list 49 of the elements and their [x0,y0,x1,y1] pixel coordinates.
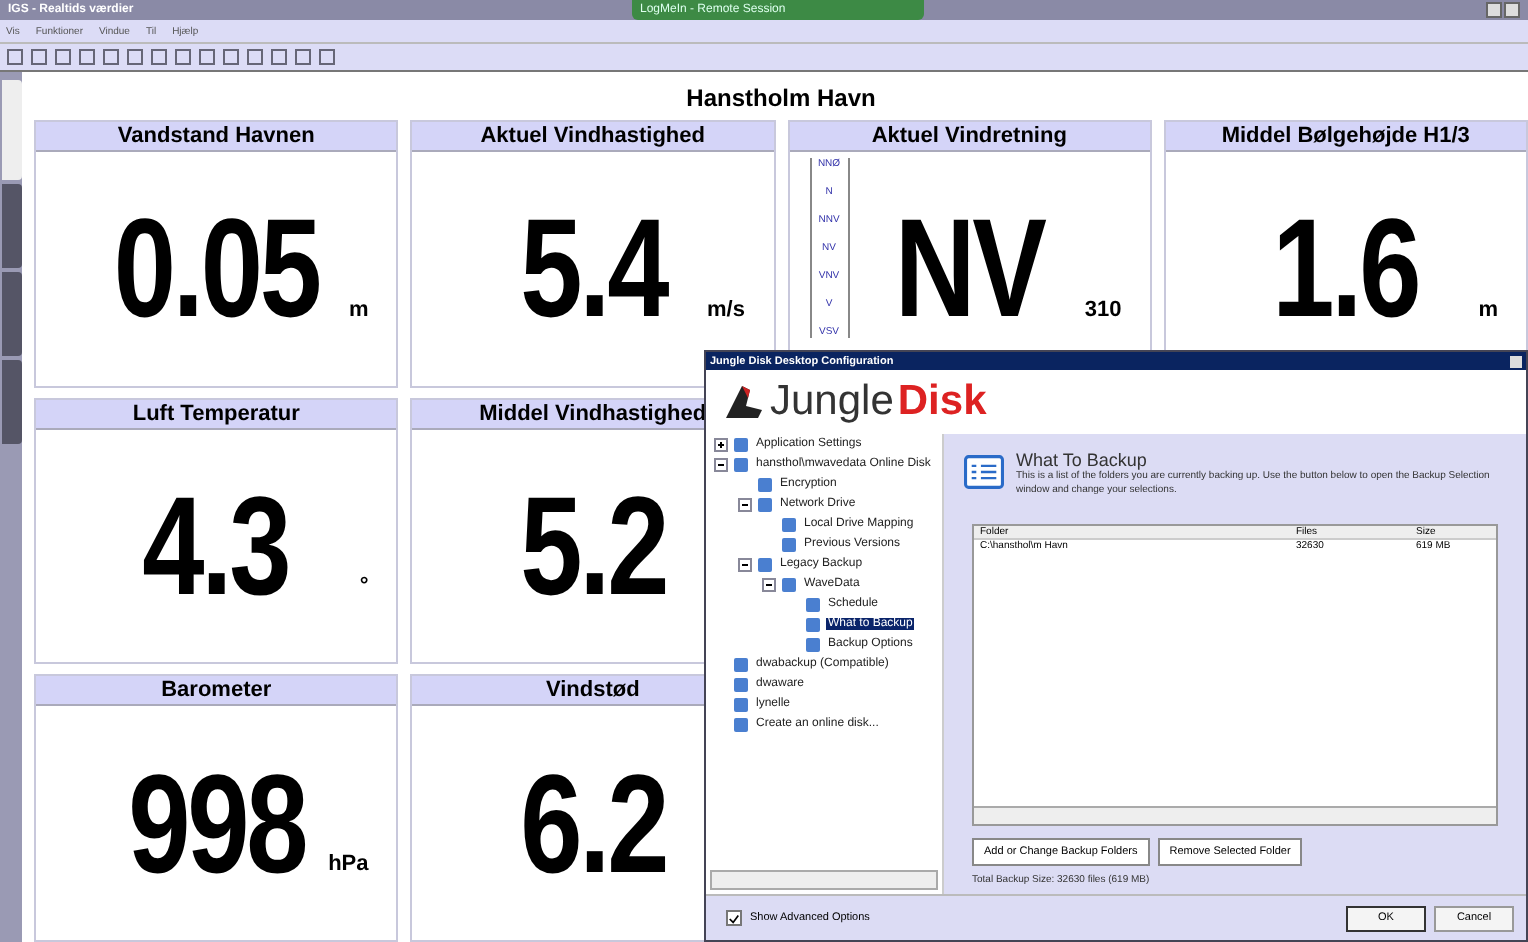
node-icon [732,695,750,713]
logo-icon [722,382,766,422]
reading-value: 998 [127,743,305,904]
reading-unit: 310 [1084,297,1122,322]
reading-unit: m/s [707,297,745,322]
node-icon [780,535,798,553]
reading-unit: ° [359,574,369,599]
node-icon [804,635,822,653]
reading-value: 6.2 [519,743,666,904]
reading-value: 1.6 [1272,188,1419,349]
scrollbar[interactable] [710,870,938,890]
section-title: What To Backup [1016,450,1149,470]
reading-value: 5.4 [519,188,666,349]
logo-text: Jungle [770,378,894,426]
collapse-icon[interactable] [714,457,728,471]
logo-text: Disk [897,378,987,426]
panel-title: Aktuel Vindretning [789,122,1150,152]
node-icon [804,615,822,633]
node-icon [732,715,750,733]
node-icon [732,655,750,673]
node-icon [780,515,798,533]
list-icon [964,450,1004,494]
node-icon [756,475,774,493]
panel-title: Luft Temperatur [36,399,397,430]
reading-unit: hPa [328,852,369,876]
reading-unit: m [1478,297,1498,322]
scrollbar[interactable] [974,806,1496,824]
node-icon [732,675,750,693]
node-icon [732,435,750,453]
expand-icon[interactable] [714,437,728,451]
reading-value: 4.3 [143,465,290,626]
node-icon [756,495,774,513]
collapse-icon[interactable] [762,577,776,591]
panel-title: Middel Bølgehøjde H1/3 [1165,122,1526,152]
reading-value: 5.2 [519,465,666,626]
station-heading: Hanstholm Havn [684,82,878,116]
collapse-icon[interactable] [738,497,752,511]
reading-value: NV [894,188,1044,349]
panel-title: Barometer [36,676,397,707]
collapse-icon[interactable] [738,557,752,571]
node-icon [780,575,798,593]
node-icon [732,455,750,473]
reading-unit: m [348,297,369,322]
node-icon [756,555,774,573]
node-icon [804,595,822,613]
panel-title: Vandstand Havnen [36,122,397,152]
reading-value: 0.05 [113,188,319,349]
checkbox[interactable] [726,910,742,926]
panel-title: Aktuel Vindhastighed [412,122,773,152]
